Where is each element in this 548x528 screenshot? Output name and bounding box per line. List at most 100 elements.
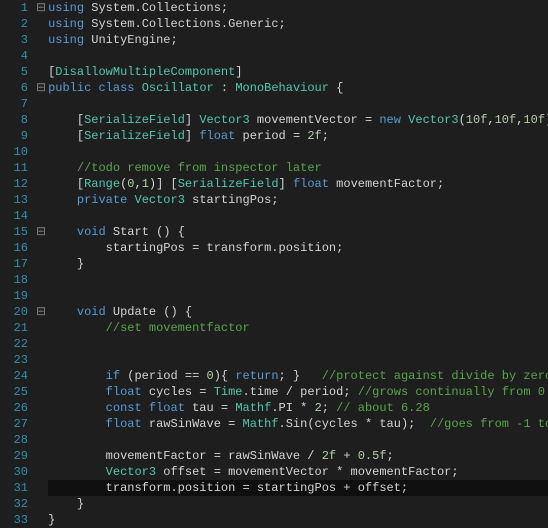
fold-spacer [36, 384, 46, 400]
fold-spacer [36, 352, 46, 368]
code-line[interactable]: const float tau = Mathf.PI * 2; // about… [48, 400, 548, 416]
line-number: 15 [4, 224, 28, 240]
fold-spacer [36, 144, 46, 160]
code-line[interactable]: movementFactor = rawSinWave / 2f + 0.5f; [48, 448, 548, 464]
line-number: 24 [4, 368, 28, 384]
fold-spacer [36, 176, 46, 192]
line-number: 20 [4, 304, 28, 320]
line-number: 31 [4, 480, 28, 496]
line-number: 26 [4, 400, 28, 416]
code-line[interactable]: if (period == 0){ return; } //protect ag… [48, 368, 548, 384]
code-line[interactable]: [SerializeField] float period = 2f; [48, 128, 548, 144]
code-line[interactable] [48, 352, 548, 368]
fold-spacer [36, 128, 46, 144]
fold-spacer [36, 64, 46, 80]
code-line[interactable]: [Range(0,1)] [SerializeField] float move… [48, 176, 548, 192]
line-number: 29 [4, 448, 28, 464]
code-line[interactable]: public class Oscillator : MonoBehaviour … [48, 80, 548, 96]
line-number: 17 [4, 256, 28, 272]
line-number: 12 [4, 176, 28, 192]
code-line[interactable] [48, 288, 548, 304]
code-line[interactable]: using UnityEngine; [48, 32, 548, 48]
code-line[interactable] [48, 144, 548, 160]
code-line[interactable]: using System.Collections.Generic; [48, 16, 548, 32]
line-number: 3 [4, 32, 28, 48]
fold-toggle-icon[interactable]: ⊟ [36, 224, 46, 240]
code-line[interactable]: } [48, 256, 548, 272]
code-line[interactable]: using System.Collections; [48, 0, 548, 16]
line-number: 7 [4, 96, 28, 112]
fold-spacer [36, 496, 46, 512]
code-line[interactable]: //set movementfactor [48, 320, 548, 336]
fold-spacer [36, 288, 46, 304]
code-editor[interactable]: 1234567891011121314151617181920212223242… [0, 0, 548, 528]
code-line[interactable] [48, 432, 548, 448]
fold-spacer [36, 112, 46, 128]
line-number: 8 [4, 112, 28, 128]
code-line[interactable] [48, 48, 548, 64]
line-number: 21 [4, 320, 28, 336]
line-number: 11 [4, 160, 28, 176]
line-number: 30 [4, 464, 28, 480]
line-number: 4 [4, 48, 28, 64]
code-line[interactable]: //todo remove from inspector later [48, 160, 548, 176]
code-line[interactable]: float rawSinWave = Mathf.Sin(cycles * ta… [48, 416, 548, 432]
line-number: 1 [4, 0, 28, 16]
fold-spacer [36, 208, 46, 224]
fold-spacer [36, 400, 46, 416]
fold-spacer [36, 336, 46, 352]
fold-spacer [36, 512, 46, 528]
code-line[interactable] [48, 96, 548, 112]
line-number: 22 [4, 336, 28, 352]
code-line[interactable] [48, 272, 548, 288]
code-line[interactable]: float cycles = Time.time / period; //gro… [48, 384, 548, 400]
code-line[interactable]: } [48, 496, 548, 512]
code-line[interactable]: Vector3 offset = movementVector * moveme… [48, 464, 548, 480]
fold-spacer [36, 320, 46, 336]
fold-spacer [36, 192, 46, 208]
fold-spacer [36, 256, 46, 272]
fold-spacer [36, 96, 46, 112]
fold-spacer [36, 416, 46, 432]
fold-spacer [36, 464, 46, 480]
code-line[interactable]: void Update () { [48, 304, 548, 320]
line-number: 33 [4, 512, 28, 528]
line-number: 23 [4, 352, 28, 368]
fold-toggle-icon[interactable]: ⊟ [36, 0, 46, 16]
fold-toggle-icon[interactable]: ⊟ [36, 304, 46, 320]
code-line[interactable]: transform.position = startingPos + offse… [48, 480, 548, 496]
line-number: 19 [4, 288, 28, 304]
line-number: 28 [4, 432, 28, 448]
fold-spacer [36, 368, 46, 384]
fold-spacer [36, 272, 46, 288]
code-line[interactable]: [DisallowMultipleComponent] [48, 64, 548, 80]
fold-spacer [36, 160, 46, 176]
line-number: 2 [4, 16, 28, 32]
fold-spacer [36, 480, 46, 496]
code-line[interactable]: private Vector3 startingPos; [48, 192, 548, 208]
line-number: 9 [4, 128, 28, 144]
line-number: 5 [4, 64, 28, 80]
line-number: 32 [4, 496, 28, 512]
code-line[interactable]: void Start () { [48, 224, 548, 240]
fold-spacer [36, 448, 46, 464]
fold-gutter[interactable]: ⊟ ⊟ ⊟ ⊟ [36, 0, 46, 528]
code-line[interactable]: startingPos = transform.position; [48, 240, 548, 256]
line-number: 18 [4, 272, 28, 288]
line-number: 13 [4, 192, 28, 208]
fold-toggle-icon[interactable]: ⊟ [36, 80, 46, 96]
fold-spacer [36, 16, 46, 32]
line-number-gutter: 1234567891011121314151617181920212223242… [0, 0, 36, 528]
line-number: 6 [4, 80, 28, 96]
code-area[interactable]: using System.Collections;using System.Co… [46, 0, 548, 528]
line-number: 10 [4, 144, 28, 160]
line-number: 14 [4, 208, 28, 224]
code-line[interactable] [48, 336, 548, 352]
code-line[interactable]: [SerializeField] Vector3 movementVector … [48, 112, 548, 128]
code-line[interactable]: } [48, 512, 548, 528]
code-line[interactable] [48, 208, 548, 224]
line-number: 16 [4, 240, 28, 256]
fold-spacer [36, 432, 46, 448]
fold-spacer [36, 240, 46, 256]
line-number: 25 [4, 384, 28, 400]
